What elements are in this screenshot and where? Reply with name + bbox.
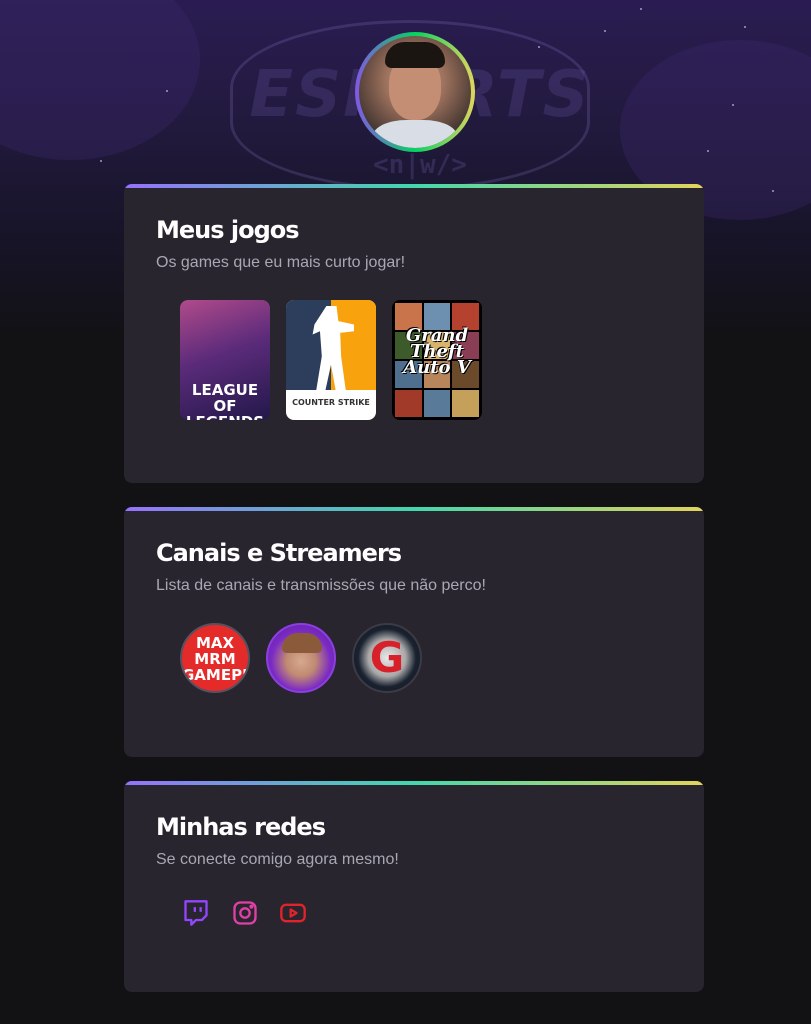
channels-subtitle: Lista de canais e transmissões que não p… (156, 577, 486, 594)
channel-avatar-text: G (369, 633, 405, 682)
instagram-icon (233, 901, 257, 925)
game-cover-text: LEAGUE OF LEGENDS (186, 381, 264, 420)
channels-card: Canais e Streamers Lista de canais e tra… (124, 507, 704, 757)
game-cover-text: COUNTER STRIKE (292, 398, 370, 407)
game-gta-v[interactable]: Grand Theft Auto V (392, 300, 482, 420)
games-title: Meus jogos (156, 216, 300, 244)
game-counter-strike[interactable]: COUNTER STRIKE (286, 300, 376, 420)
game-cover-text: Grand Theft Auto V (403, 325, 471, 378)
social-title: Minhas redes (156, 813, 326, 841)
profile-avatar[interactable] (355, 32, 475, 152)
channel-avatar-max-mrm[interactable]: MAX MRM GAMEPLAYS (180, 623, 250, 693)
star (604, 30, 606, 32)
social-card: Minhas redes Se conecte comigo agora mes… (124, 781, 704, 992)
channel-avatar-text: MAX MRM GAMEPLAYS (182, 634, 250, 684)
star (100, 160, 102, 162)
star (707, 150, 709, 152)
instagram-link[interactable] (231, 899, 259, 927)
channel-avatar-g[interactable]: G (352, 623, 422, 693)
star (166, 90, 168, 92)
social-subtitle: Se conecte comigo agora mesmo! (156, 851, 399, 868)
youtube-icon (280, 903, 306, 923)
star (744, 26, 746, 28)
channel-avatar-streamer[interactable] (266, 623, 336, 693)
games-subtitle: Os games que eu mais curto jogar! (156, 254, 406, 271)
avatar (359, 36, 471, 148)
channels-title: Canais e Streamers (156, 539, 402, 567)
background-shape (0, 0, 200, 160)
star (732, 104, 734, 106)
watermark-subtext: <n|w/> (373, 150, 467, 180)
star (538, 46, 540, 48)
star (772, 190, 774, 192)
games-card: Meus jogos Os games que eu mais curto jo… (124, 184, 704, 483)
twitch-link[interactable] (182, 899, 210, 927)
star (640, 8, 642, 10)
game-league-of-legends[interactable]: LEAGUE OF LEGENDS (180, 300, 270, 420)
twitch-icon (184, 900, 208, 926)
youtube-link[interactable] (279, 899, 307, 927)
